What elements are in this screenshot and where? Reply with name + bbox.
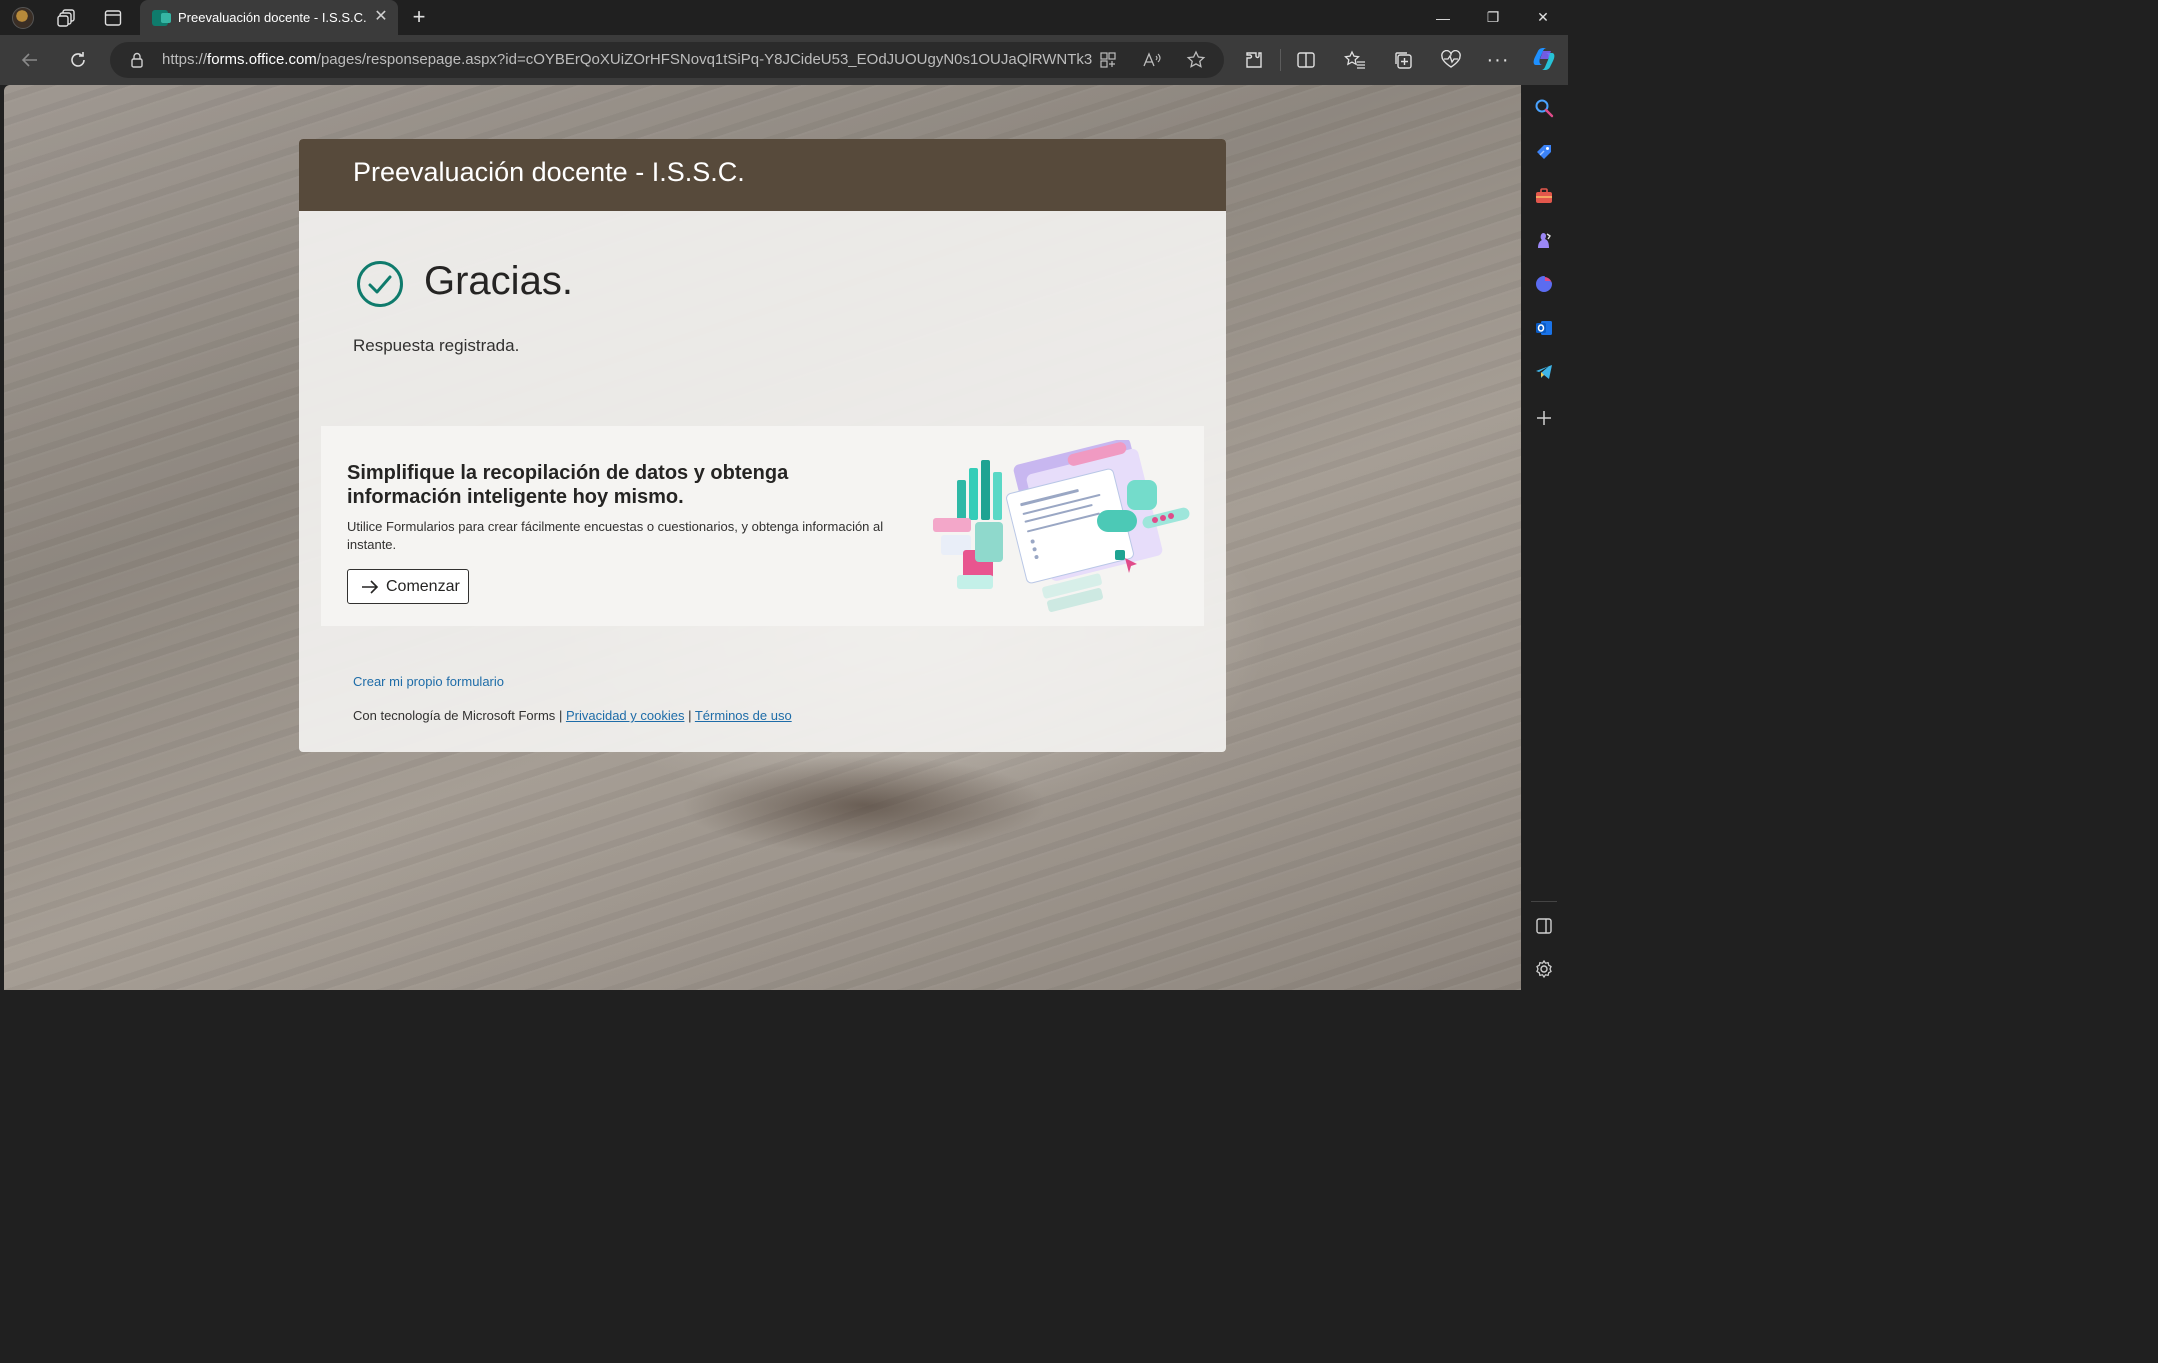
refresh-button[interactable] [62, 45, 94, 75]
copilot-sidebar-icon[interactable] [1533, 273, 1555, 295]
promo-banner: Simplifique la recopilación de datos y o… [321, 426, 1204, 626]
arrow-right-icon [362, 579, 379, 594]
form-card: Preevaluación docente - I.S.S.C. Gracias… [299, 139, 1226, 752]
page-viewport: Preevaluación docente - I.S.S.C. Gracias… [4, 85, 1521, 990]
close-window-button[interactable]: ✕ [1520, 0, 1566, 35]
extensions-icon[interactable] [1242, 48, 1266, 72]
browser-essentials-icon[interactable] [1439, 48, 1463, 72]
tab-title: Preevaluación docente - I.S.S.C. [178, 10, 367, 25]
thanks-heading: Gracias. [424, 259, 573, 303]
forms-favicon-icon [152, 9, 171, 26]
forms-illustration [933, 440, 1190, 612]
footer: Con tecnología de Microsoft Forms | Priv… [353, 708, 792, 723]
read-aloud-icon[interactable] [1142, 50, 1162, 70]
lock-icon[interactable] [128, 51, 146, 69]
toolbar-separator [1280, 49, 1281, 71]
copilot-icon[interactable] [1530, 45, 1558, 73]
create-own-form-link[interactable]: Crear mi propio formulario [353, 674, 504, 689]
response-recorded-text: Respuesta registrada. [353, 336, 520, 355]
privacy-link[interactable]: Privacidad y cookies [566, 708, 685, 723]
sidebar-separator [1531, 901, 1557, 902]
add-icon[interactable] [1533, 407, 1555, 429]
promo-heading: Simplifique la recopilación de datos y o… [347, 462, 789, 508]
back-arrow-icon [21, 53, 37, 67]
favorite-star-icon[interactable] [1186, 50, 1206, 70]
url-text[interactable]: https://forms.office.com/pages/responsep… [162, 42, 1092, 78]
settings-icon[interactable] [1533, 958, 1555, 980]
start-button-label: Comenzar [386, 577, 460, 595]
form-header: Preevaluación docente - I.S.S.C. [299, 139, 1226, 211]
browser-toolbar: https://forms.office.com/pages/responsep… [0, 35, 1568, 85]
new-tab-button[interactable]: + [406, 4, 432, 30]
shopping-tag-icon[interactable] [1533, 141, 1555, 163]
more-icon[interactable]: ··· [1486, 48, 1510, 72]
tab-actions-icon[interactable] [100, 5, 126, 31]
collections-icon[interactable] [1391, 48, 1415, 72]
maximize-button[interactable]: ❐ [1470, 0, 1516, 35]
back-button[interactable] [14, 45, 46, 75]
games-icon[interactable] [1533, 229, 1555, 251]
split-screen-icon[interactable] [1294, 48, 1318, 72]
minimize-button[interactable]: — [1420, 0, 1466, 35]
refresh-icon [71, 52, 85, 67]
footer-separator: | [688, 708, 692, 723]
footer-separator: | [558, 708, 563, 723]
url-prefix: https:// [162, 51, 208, 68]
sidebar-toggle-icon[interactable] [1533, 915, 1555, 937]
tab-close-icon[interactable]: ✕ [372, 8, 390, 26]
form-title: Preevaluación docente - I.S.S.C. [353, 157, 745, 187]
url-path: /pages/responsepage.aspx?id=cOYBErQoXUiZ… [316, 51, 1092, 68]
terms-link[interactable]: Términos de uso [695, 708, 792, 723]
edge-sidebar [1521, 85, 1568, 990]
profile-avatar[interactable] [10, 5, 36, 31]
check-circle-icon [357, 261, 403, 307]
workspaces-icon[interactable] [54, 5, 80, 31]
favorites-icon[interactable] [1343, 48, 1367, 72]
search-icon[interactable] [1533, 97, 1555, 119]
powered-by-text: Con tecnología de Microsoft Forms [353, 708, 556, 723]
url-host: forms.office.com [207, 51, 317, 68]
immersive-reader-icon[interactable] [1098, 50, 1118, 70]
telegram-icon[interactable] [1533, 361, 1555, 383]
outlook-icon[interactable] [1533, 317, 1555, 339]
address-bar[interactable]: https://forms.office.com/pages/responsep… [110, 42, 1224, 78]
browser-titlebar: Preevaluación docente - I.S.S.C. ✕ + — ❐… [0, 0, 1568, 35]
tools-icon[interactable] [1533, 185, 1555, 207]
start-button[interactable]: Comenzar [347, 569, 469, 604]
active-tab[interactable]: Preevaluación docente - I.S.S.C. ✕ [140, 0, 398, 35]
promo-body: Utilice Formularios para crear fácilment… [347, 519, 884, 552]
